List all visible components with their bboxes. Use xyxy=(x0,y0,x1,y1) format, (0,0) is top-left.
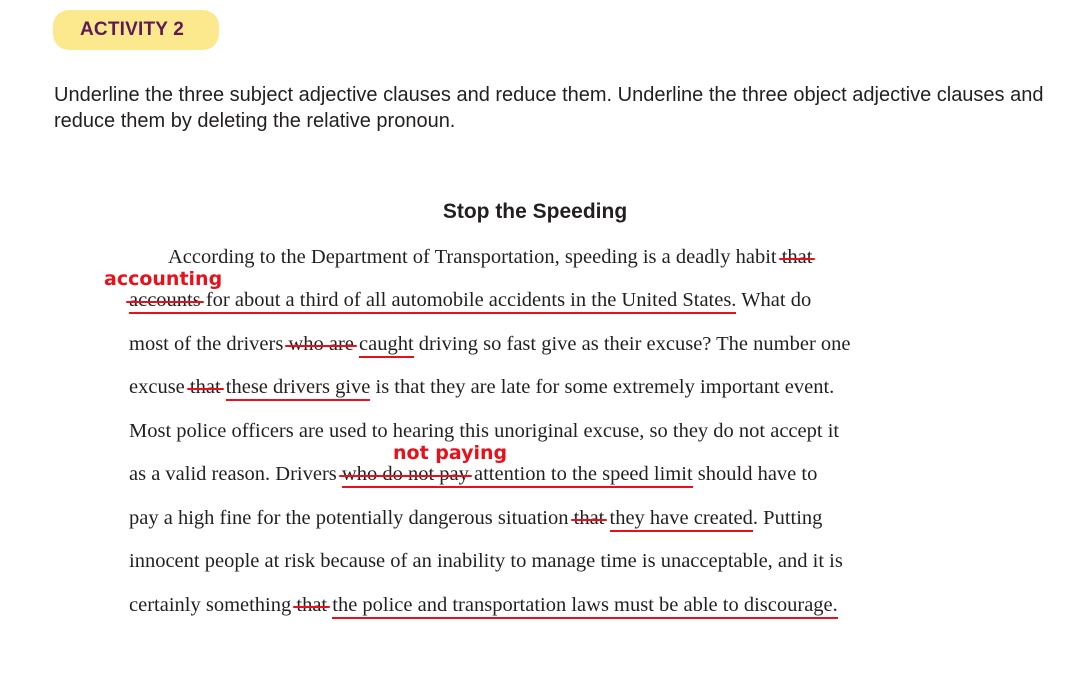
underlined-clause: these drivers give xyxy=(225,376,371,401)
passage-line-1: According to the Department of Transport… xyxy=(168,245,816,269)
struck-relative-clause: who do not pay xyxy=(338,463,472,485)
struck-relative-pronoun: that xyxy=(570,507,608,529)
line-text: What do xyxy=(736,289,812,311)
clause-text: for about a third of all automobile acci… xyxy=(200,289,737,311)
passage-line-3: most of the drivers who are caught drivi… xyxy=(129,332,851,358)
passage-line-6: as a valid reason. Drivers who do not pa… xyxy=(129,462,818,488)
line-text: According to the Department of Transport… xyxy=(168,246,782,268)
line-text: most of the drivers xyxy=(129,333,289,355)
underlined-clause: who do not pay attention to the speed li… xyxy=(338,463,693,488)
underlined-clause: caught xyxy=(359,333,414,358)
line-text: as a valid reason. Drivers xyxy=(129,463,342,485)
line-text: innocent people at risk because of an in… xyxy=(129,550,843,572)
underlined-clause: the police and transportation laws must … xyxy=(332,594,838,619)
line-text: driving so fast give as their excuse? Th… xyxy=(413,333,851,355)
line-text: certainly something xyxy=(129,594,297,616)
passage-line-5: Most police officers are used to hearing… xyxy=(129,419,839,443)
struck-relative-pronoun: that xyxy=(778,246,816,268)
struck-relative-pronoun: who are xyxy=(285,333,358,355)
passage-line-8: innocent people at risk because of an in… xyxy=(129,549,843,573)
passage-line-4: excuse that these drivers give is that t… xyxy=(129,375,835,401)
underlined-clause: accounts for about a third of all automo… xyxy=(126,289,737,314)
line-text: . Putting xyxy=(752,507,823,529)
line-text: excuse xyxy=(129,376,190,398)
line-text: is that they are late for some extremely… xyxy=(370,376,835,398)
passage-line-7: pay a high fine for the potentially dang… xyxy=(129,506,823,532)
struck-relative-pronoun: that xyxy=(293,594,330,616)
line-text: pay a high fine for the potentially dang… xyxy=(129,507,574,529)
passage-line-9: certainly something that the police and … xyxy=(129,593,838,619)
struck-verb: accounts xyxy=(126,289,204,311)
underlined-clause: they have created xyxy=(609,507,753,532)
struck-relative-pronoun: that xyxy=(186,376,224,398)
line-text: should have to xyxy=(692,463,818,485)
clause-text: attention to the speed limit xyxy=(468,463,693,485)
passage-body: accounting not paying According to the D… xyxy=(0,0,1089,683)
line-text: Most police officers are used to hearing… xyxy=(129,420,840,442)
annotation-not-paying: not paying xyxy=(393,442,508,464)
annotation-accounting: accounting xyxy=(104,268,223,290)
passage-line-2: accounts for about a third of all automo… xyxy=(126,288,812,314)
